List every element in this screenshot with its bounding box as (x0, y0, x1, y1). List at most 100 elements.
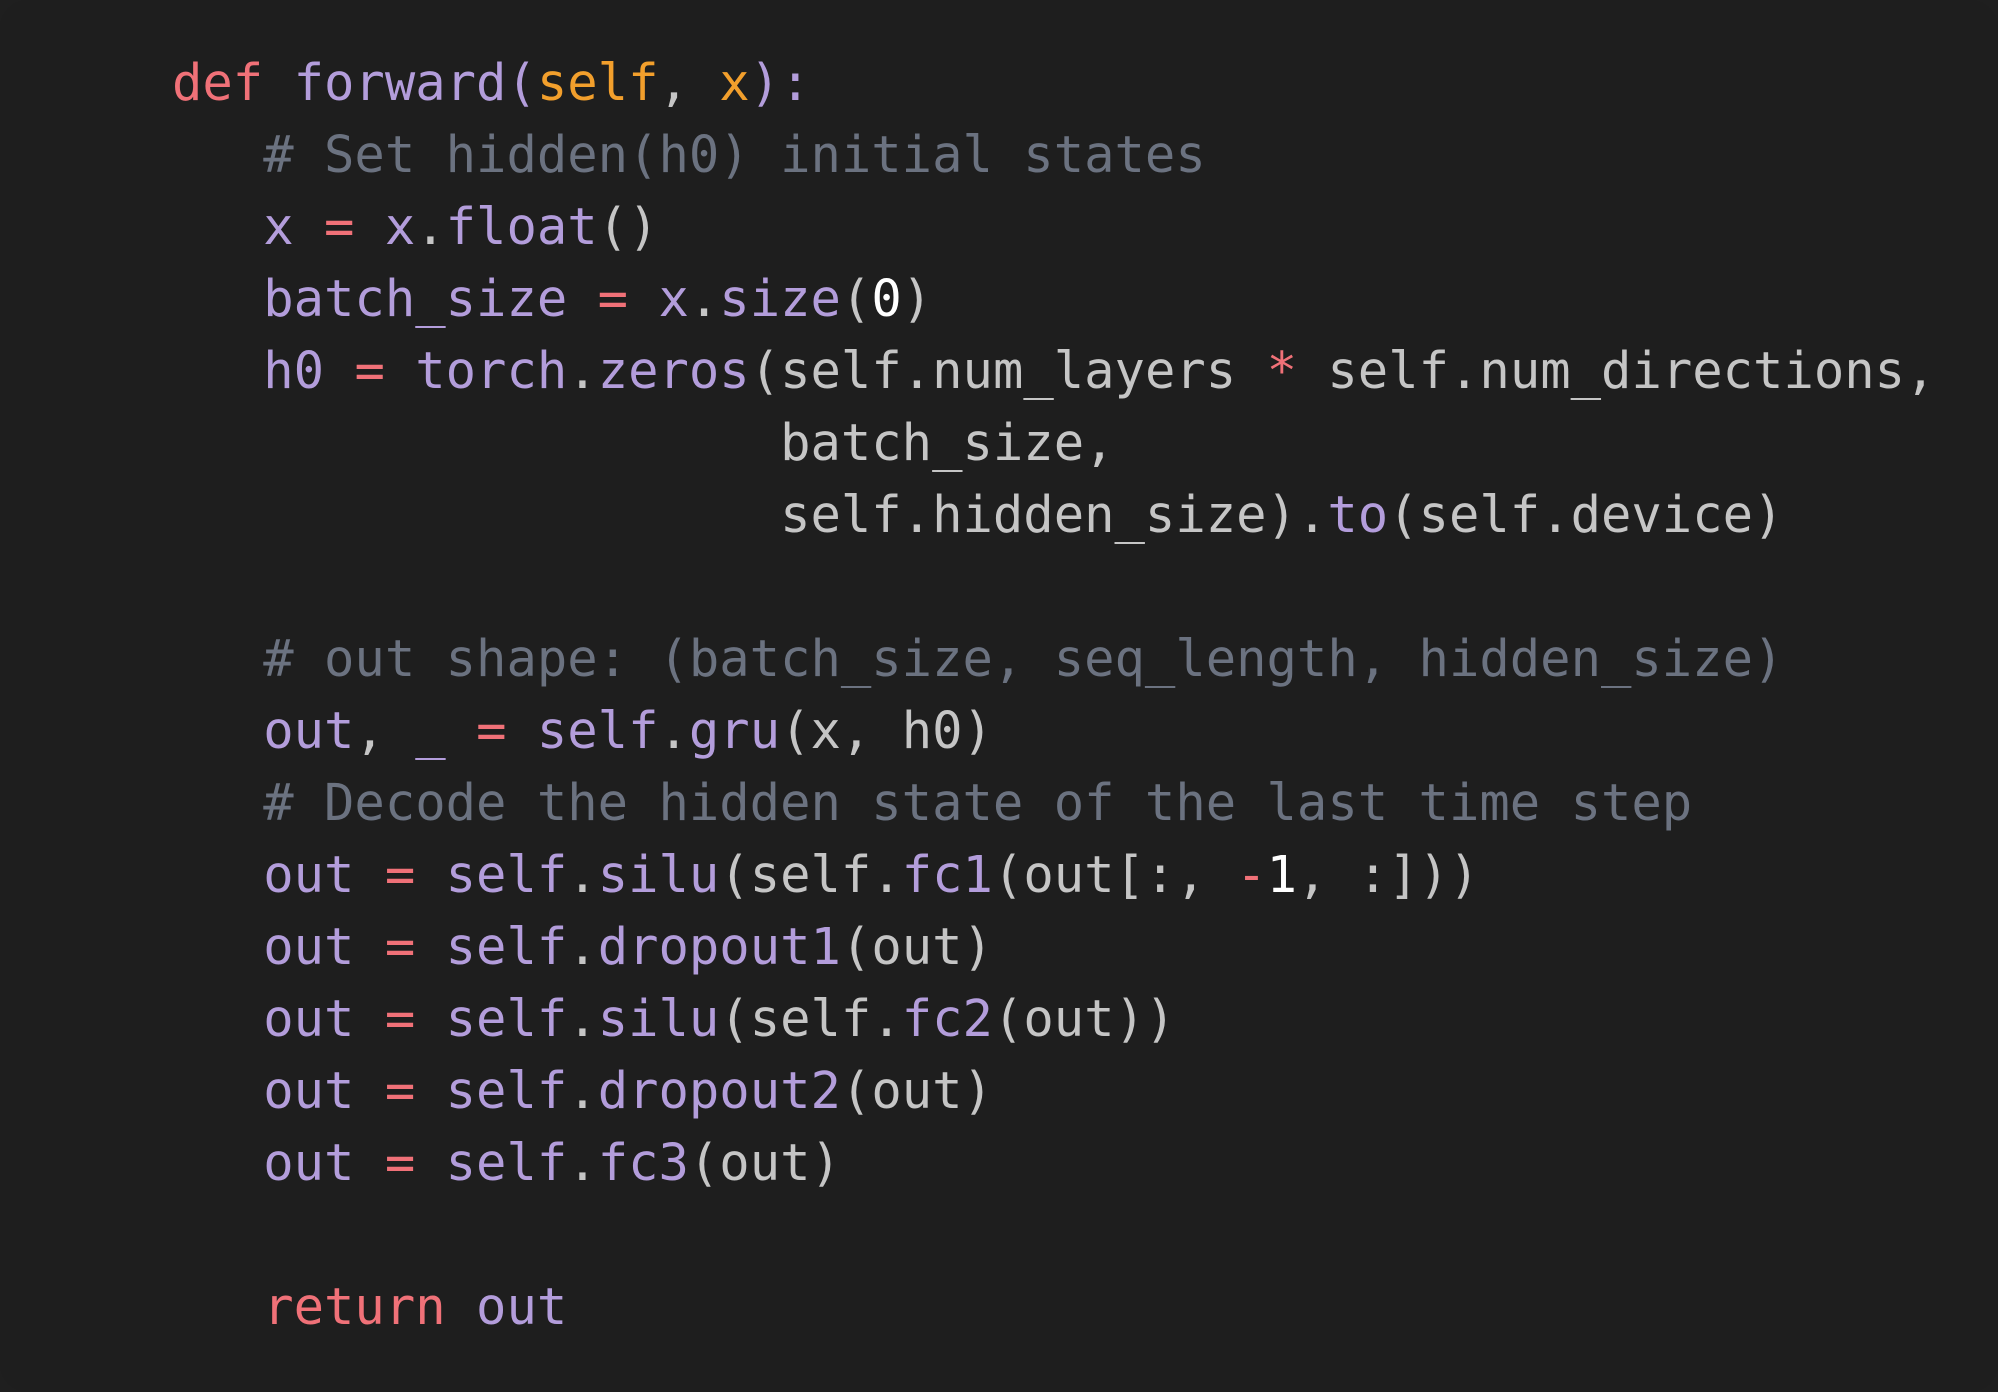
code-line: out, _ = self.gru(x, h0) (172, 695, 1935, 767)
code-token: h0 (263, 341, 325, 400)
code-token: (self. (719, 845, 902, 904)
code-token: . (567, 989, 598, 1048)
code-token: (out)) (992, 989, 1176, 1048)
code-token: 0 (871, 269, 902, 328)
code-token: = (384, 1133, 416, 1192)
code-token: self (445, 989, 568, 1048)
code-token: self (445, 917, 568, 976)
code-token: out (263, 845, 355, 904)
code-token: out (263, 1133, 355, 1192)
code-token: = (476, 701, 507, 760)
code-token: - (1236, 845, 1267, 904)
code-token: . (567, 341, 598, 400)
code-token: to (1327, 485, 1389, 544)
code-line: x = x.float() (172, 191, 1935, 263)
code-token: (self.num_layers (749, 341, 1267, 400)
code-token: self (445, 845, 568, 904)
code-token: batch_size (263, 269, 568, 328)
code-line: batch_size, (172, 407, 1935, 479)
code-token: out (263, 917, 355, 976)
code-token: ): (749, 53, 811, 112)
code-line: # Decode the hidden state of the last ti… (172, 767, 1935, 839)
code-token: (out[:, (992, 845, 1237, 904)
code-token: , :])) (1297, 845, 1480, 904)
code-token: ( (840, 269, 872, 328)
code-token: silu (597, 989, 720, 1048)
code-token: * (1266, 341, 1297, 400)
code-token: # Decode the hidden state of the last ti… (172, 773, 1693, 832)
code-token: out (476, 1277, 568, 1336)
code-token: batch_size, (172, 413, 1115, 472)
code-token: (out) (688, 1133, 841, 1192)
code-line: # out shape: (batch_size, seq_length, hi… (172, 623, 1935, 695)
code-token: fc3 (597, 1133, 689, 1192)
code-token: dropout1 (597, 917, 841, 976)
code-token: # out shape: (batch_size, seq_length, hi… (172, 629, 1784, 688)
code-token: (out) (840, 917, 993, 976)
code-token: = (597, 269, 629, 328)
code-line: # Set hidden(h0) initial states (172, 119, 1935, 191)
code-token: self (536, 53, 659, 112)
code-line: out = self.dropout1(out) (172, 911, 1935, 983)
code-token: = (354, 341, 385, 400)
code-token: . (567, 1133, 598, 1192)
code-token: (x, h0) (780, 701, 993, 760)
code-line: return out (172, 1271, 1935, 1343)
code-line: batch_size = x.size(0) (172, 263, 1935, 335)
code-token: self.hidden_size). (172, 485, 1328, 544)
code-token: forward( (293, 53, 537, 112)
code-token: # Set hidden(h0) initial states (172, 125, 1206, 184)
code-token: . (415, 197, 446, 256)
code-block: def forward(self, x): # Set hidden(h0) i… (172, 47, 1935, 1343)
code-token: x (263, 197, 294, 256)
code-token: out (263, 1061, 355, 1120)
code-token: () (597, 197, 659, 256)
code-token: self (445, 1061, 568, 1120)
code-token: , (658, 53, 720, 112)
code-line: out = self.silu(self.fc2(out)) (172, 983, 1935, 1055)
code-token: . (688, 269, 720, 328)
code-token: = (384, 917, 416, 976)
code-line: self.hidden_size).to(self.device) (172, 479, 1935, 551)
code-token: ) (901, 269, 933, 328)
code-token: def (172, 53, 264, 112)
code-token: . (567, 845, 598, 904)
code-line: h0 = torch.zeros(self.num_layers * self.… (172, 335, 1935, 407)
code-token: self (536, 701, 659, 760)
code-token: silu (597, 845, 720, 904)
code-token: = (384, 845, 416, 904)
code-token: dropout2 (597, 1061, 841, 1120)
code-token: x (719, 53, 750, 112)
code-token: x (384, 197, 416, 256)
code-token: fc2 (901, 989, 993, 1048)
code-token: (out) (840, 1061, 993, 1120)
code-token: = (384, 989, 416, 1048)
code-token: out (263, 989, 355, 1048)
code-token: . (567, 917, 598, 976)
code-token: fc1 (901, 845, 993, 904)
